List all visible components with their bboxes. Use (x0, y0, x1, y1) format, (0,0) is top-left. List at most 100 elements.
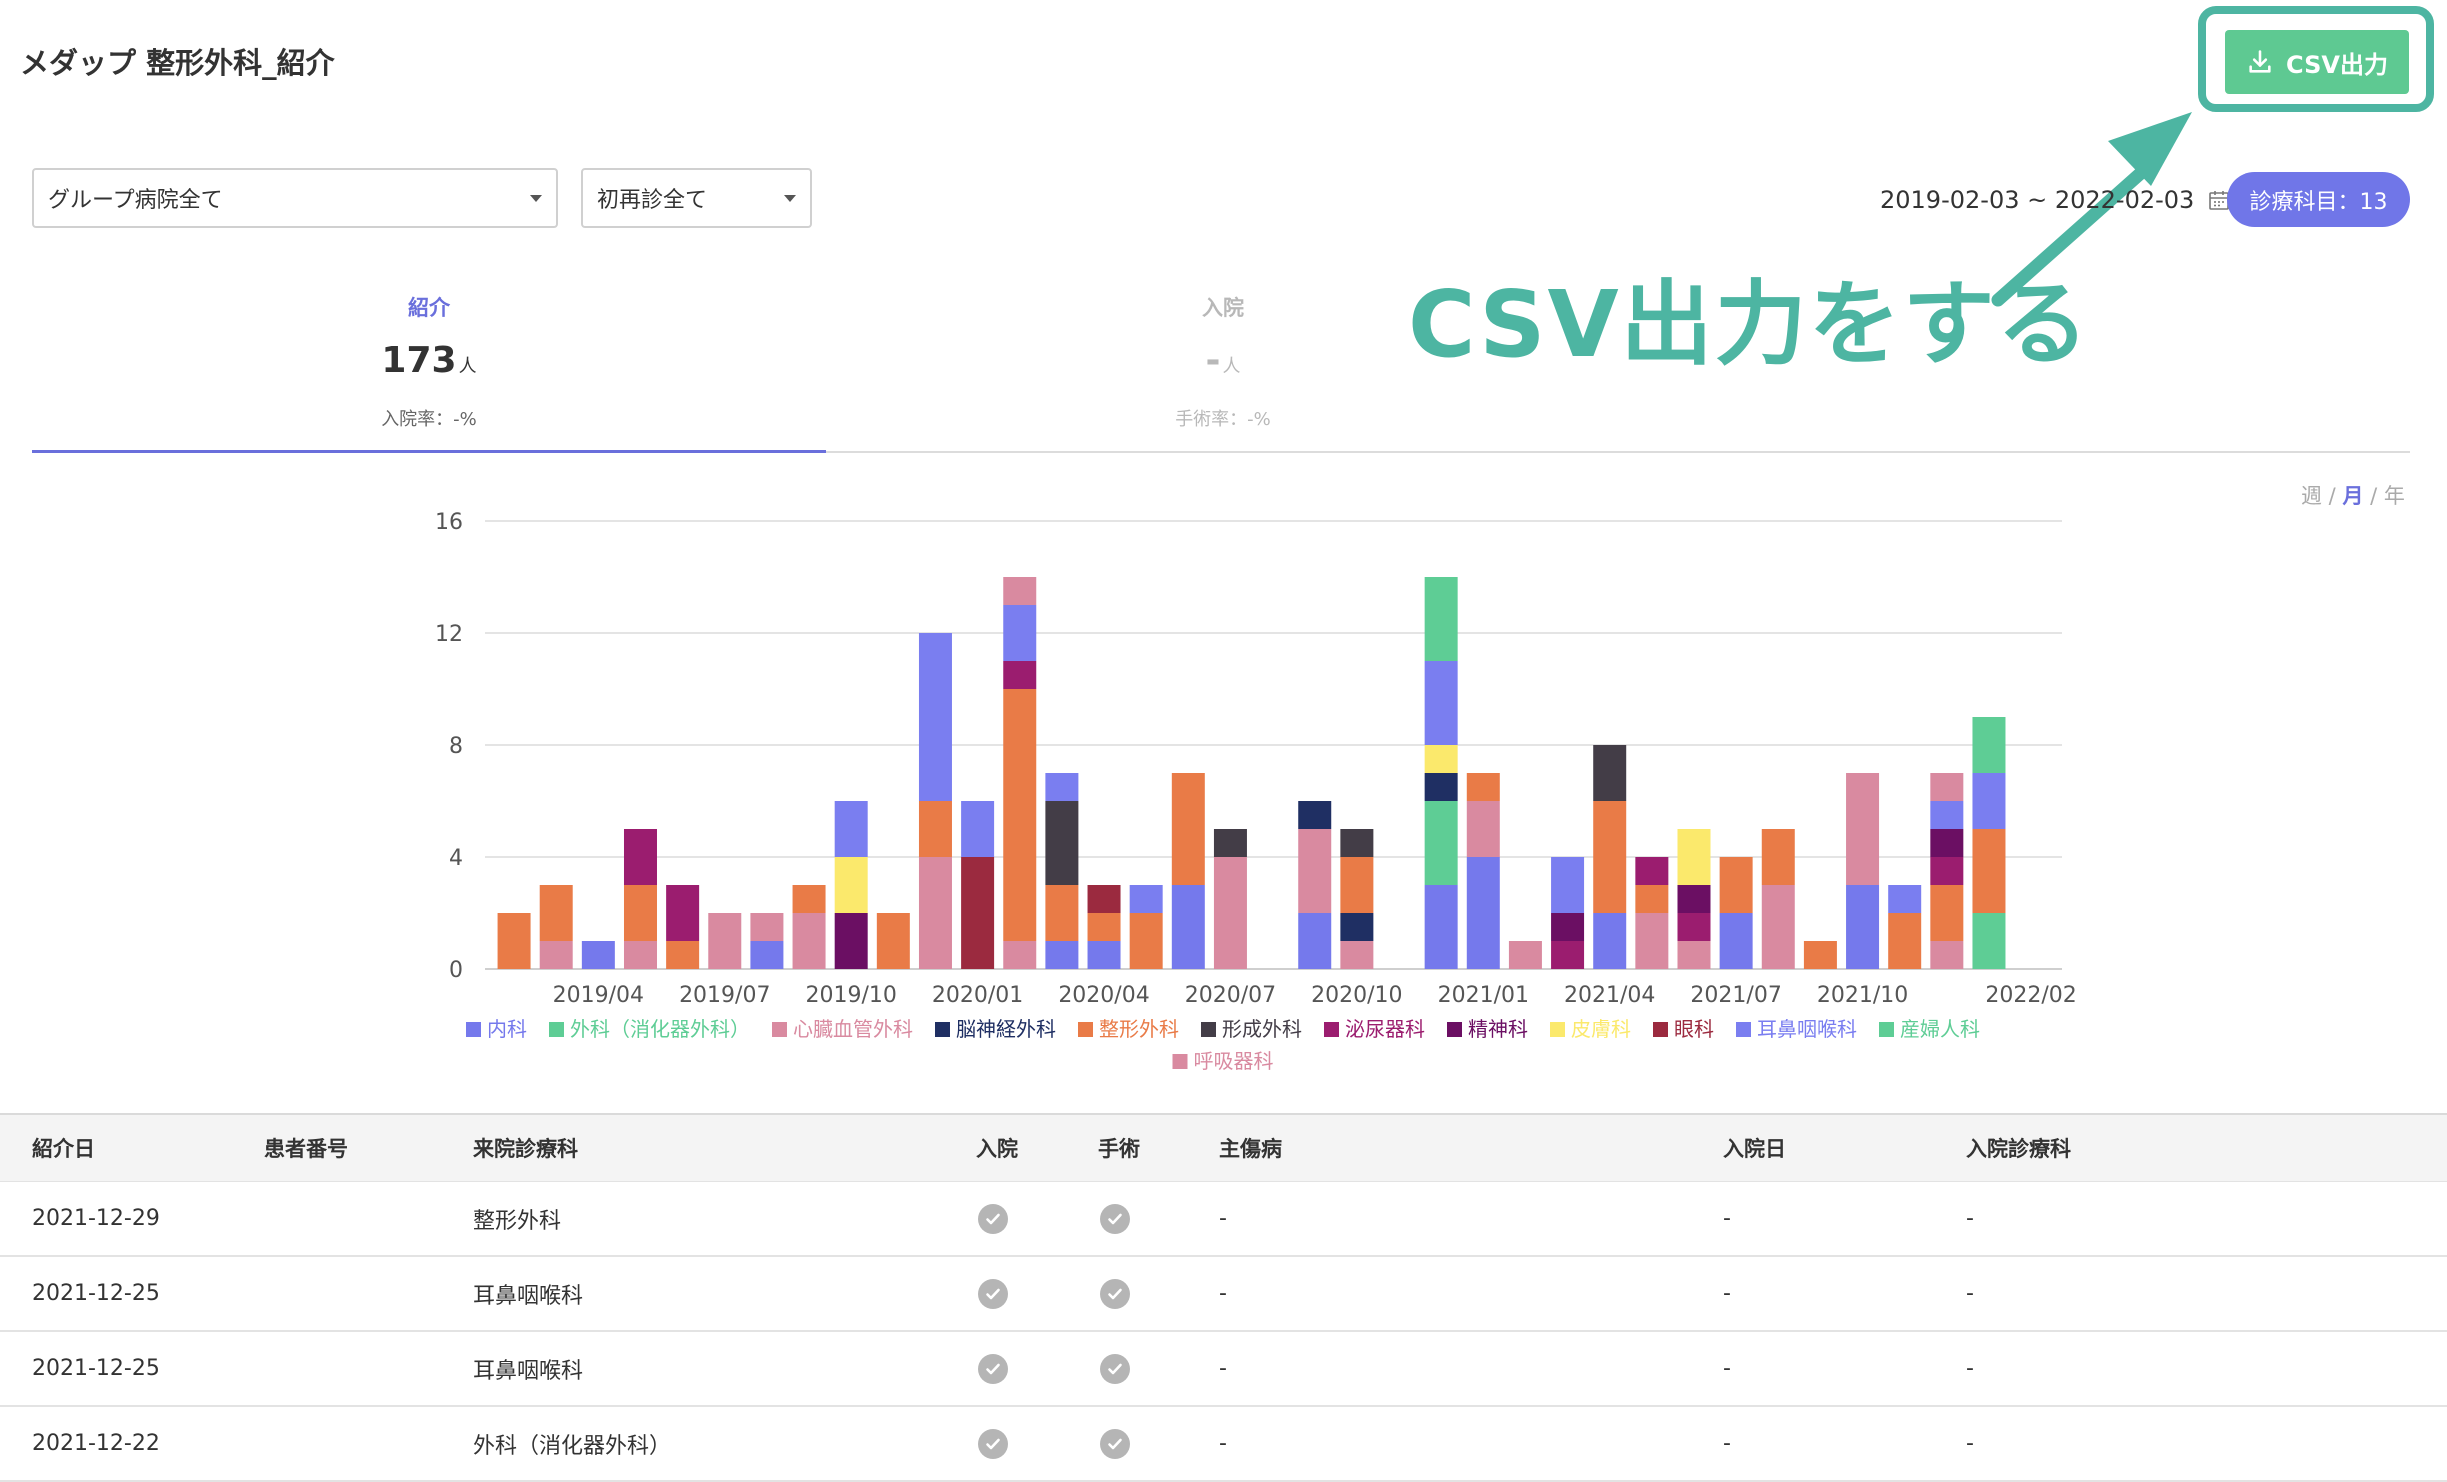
bar-segment[interactable] (1424, 773, 1458, 801)
bar-segment[interactable] (1719, 857, 1753, 913)
bar-segment[interactable] (750, 941, 784, 969)
legend-label[interactable]: 整形外科 (1099, 1017, 1179, 1041)
legend-label[interactable]: 形成外科 (1222, 1017, 1302, 1041)
bar-segment[interactable] (1930, 801, 1964, 829)
bar-segment[interactable] (961, 801, 995, 857)
bar-segment[interactable] (497, 913, 531, 969)
bar-segment[interactable] (1003, 661, 1037, 689)
bar-segment[interactable] (1677, 829, 1711, 885)
col-admission[interactable]: 入院 (976, 1115, 1018, 1181)
bar-segment[interactable] (666, 941, 700, 969)
bar-segment[interactable] (834, 801, 868, 857)
bar-segment[interactable] (1213, 857, 1247, 969)
legend-label[interactable]: 呼吸器科 (1194, 1049, 1274, 1073)
bar-segment[interactable] (1972, 829, 2006, 913)
legend-swatch[interactable] (1172, 1054, 1188, 1069)
bar-segment[interactable] (1593, 801, 1627, 913)
bar-segment[interactable] (1677, 913, 1711, 941)
legend-label[interactable]: 内科 (487, 1017, 527, 1041)
bar-segment[interactable] (1466, 801, 1500, 857)
legend-swatch[interactable] (1324, 1022, 1339, 1037)
bar-segment[interactable] (792, 913, 826, 969)
bar-segment[interactable] (1129, 913, 1163, 969)
legend-swatch[interactable] (1447, 1022, 1462, 1037)
bar-segment[interactable] (1930, 829, 1964, 857)
bar-segment[interactable] (1298, 913, 1332, 969)
bar-segment[interactable] (1551, 913, 1585, 941)
legend-swatch[interactable] (1201, 1022, 1216, 1037)
bar-segment[interactable] (1930, 773, 1964, 801)
bar-segment[interactable] (1045, 801, 1079, 885)
bar-segment[interactable] (539, 941, 573, 969)
bar-segment[interactable] (1340, 913, 1374, 941)
bar-segment[interactable] (1213, 829, 1247, 857)
legend-swatch[interactable] (1550, 1022, 1565, 1037)
legend-label[interactable]: 産婦人科 (1900, 1017, 1980, 1041)
bar-segment[interactable] (1298, 801, 1332, 829)
bar-segment[interactable] (918, 857, 952, 969)
bar-segment[interactable] (750, 913, 784, 941)
bar-segment[interactable] (1635, 913, 1669, 969)
bar-segment[interactable] (1508, 941, 1542, 969)
bar-segment[interactable] (1761, 885, 1795, 969)
bar-segment[interactable] (1087, 941, 1121, 969)
bar-segment[interactable] (1424, 885, 1458, 969)
table-row[interactable]: 2021-12-25 耳鼻咽喉科 - - - (0, 1257, 2447, 1332)
bar-segment[interactable] (1803, 941, 1837, 969)
bar-segment[interactable] (1551, 857, 1585, 913)
bar-segment[interactable] (1424, 745, 1458, 773)
table-row[interactable]: 2021-12-25 耳鼻咽喉科 - - - (0, 1332, 2447, 1407)
bar-segment[interactable] (1930, 857, 1964, 885)
legend-swatch[interactable] (772, 1022, 787, 1037)
bar-segment[interactable] (1171, 773, 1205, 885)
legend-label[interactable]: 耳鼻咽喉科 (1757, 1017, 1857, 1041)
bar-segment[interactable] (1593, 745, 1627, 801)
bar-segment[interactable] (1003, 689, 1037, 941)
bar-segment[interactable] (1340, 857, 1374, 913)
bar-segment[interactable] (792, 885, 826, 913)
legend-swatch[interactable] (549, 1022, 564, 1037)
bar-segment[interactable] (1129, 885, 1163, 913)
legend-label[interactable]: 泌尿器科 (1345, 1017, 1425, 1041)
bar-segment[interactable] (1635, 885, 1669, 913)
bar-segment[interactable] (1424, 661, 1458, 745)
table-row[interactable]: 2021-12-22 外科（消化器外科） - - - (0, 1407, 2447, 1482)
bar-segment[interactable] (1551, 941, 1585, 969)
bar-segment[interactable] (708, 913, 742, 969)
legend-label[interactable]: 心臓血管外科 (793, 1017, 913, 1041)
legend-swatch[interactable] (466, 1022, 481, 1037)
col-diagnosis[interactable]: 主傷病 (1219, 1115, 1282, 1181)
bar-segment[interactable] (1003, 605, 1037, 661)
legend-swatch[interactable] (1078, 1022, 1093, 1037)
bar-segment[interactable] (876, 913, 910, 969)
bar-segment[interactable] (918, 801, 952, 857)
legend-swatch[interactable] (1879, 1022, 1894, 1037)
bar-segment[interactable] (1298, 829, 1332, 913)
bar-segment[interactable] (623, 829, 657, 885)
bar-segment[interactable] (1045, 941, 1079, 969)
legend-swatch[interactable] (1653, 1022, 1668, 1037)
bar-segment[interactable] (834, 857, 868, 913)
bar-segment[interactable] (1677, 941, 1711, 969)
col-referral-date[interactable]: 紹介日 (32, 1115, 95, 1181)
bar-segment[interactable] (1972, 717, 2006, 773)
legend-label[interactable]: 皮膚科 (1571, 1017, 1631, 1041)
bar-segment[interactable] (1888, 913, 1922, 969)
legend-label[interactable]: 脳神経外科 (956, 1017, 1056, 1041)
bar-segment[interactable] (1972, 773, 2006, 829)
legend-label[interactable]: 精神科 (1468, 1017, 1528, 1041)
bar-segment[interactable] (1087, 913, 1121, 941)
bar-segment[interactable] (918, 633, 952, 801)
bar-segment[interactable] (834, 913, 868, 969)
bar-segment[interactable] (1677, 885, 1711, 913)
bar-segment[interactable] (1466, 857, 1500, 969)
bar-segment[interactable] (1930, 941, 1964, 969)
bar-segment[interactable] (623, 941, 657, 969)
bar-segment[interactable] (1003, 941, 1037, 969)
bar-segment[interactable] (1972, 913, 2006, 969)
col-patient-no[interactable]: 患者番号 (264, 1115, 348, 1181)
bar-segment[interactable] (1846, 773, 1880, 885)
col-surgery[interactable]: 手術 (1098, 1115, 1140, 1181)
bar-segment[interactable] (1719, 913, 1753, 969)
bar-segment[interactable] (1045, 885, 1079, 941)
